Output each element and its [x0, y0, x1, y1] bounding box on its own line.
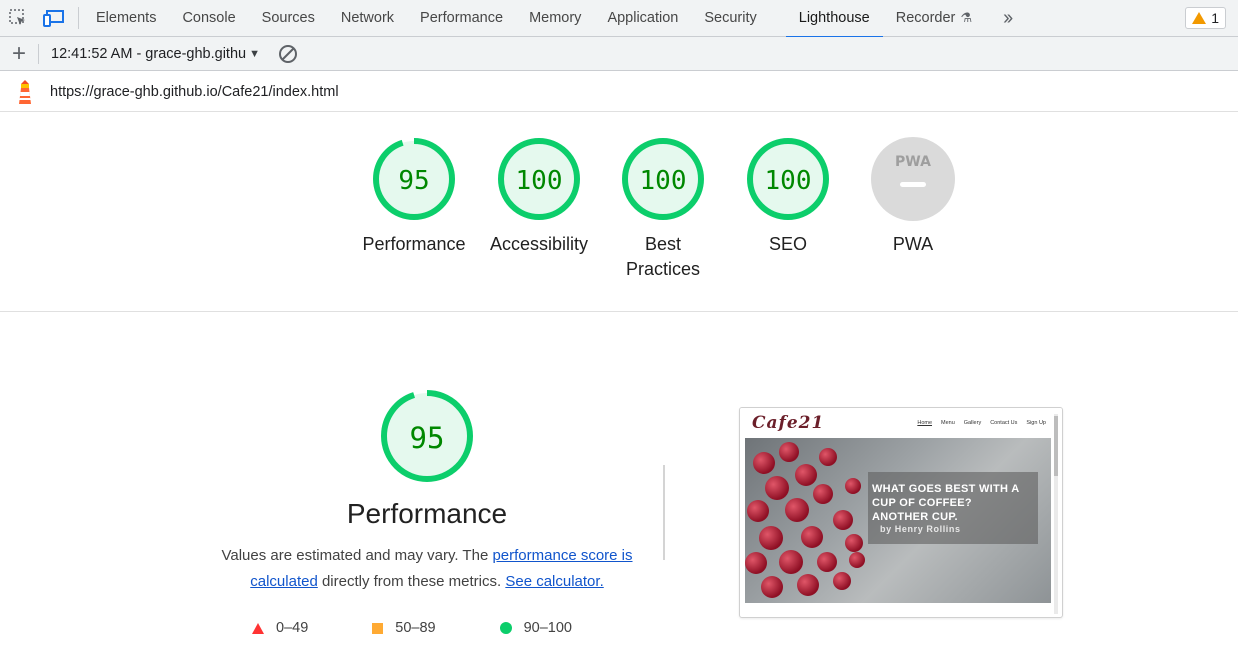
gauge-pwa[interactable]: PWA PWA: [848, 136, 978, 257]
pwa-badge-text: PWA: [895, 154, 931, 170]
clear-all-icon[interactable]: [278, 44, 298, 64]
thumb-nav-signup: Sign Up: [1026, 420, 1046, 426]
pwa-badge-icon: PWA: [871, 137, 955, 221]
legend-pass: 90–100: [499, 620, 572, 636]
caret-down-icon: ▼: [249, 47, 260, 60]
gauge-label: Best Practices: [625, 234, 701, 279]
tab-recorder-label: Recorder: [895, 10, 956, 26]
thumbnail-nav-links: Home Menu Gallery Contact Us Sign Up: [917, 420, 1046, 426]
warning-count: 1: [1211, 10, 1219, 26]
gauge-performance[interactable]: 95 Performance: [349, 136, 479, 257]
tab-console[interactable]: Console: [169, 0, 248, 37]
thumbnail-scrollbar: [1054, 414, 1058, 614]
thumb-nav-contact: Contact Us: [990, 420, 1018, 426]
legend-average-label: 50–89: [395, 620, 436, 636]
gauge-label: Performance: [362, 234, 466, 254]
gauge-label: Accessibility: [489, 234, 589, 254]
performance-gauge: 95: [381, 390, 473, 482]
thumb-nav-menu: Menu: [941, 420, 955, 426]
tab-lighthouse[interactable]: Lighthouse: [785, 0, 883, 38]
thumb-nav-home: Home: [917, 420, 933, 426]
tab-memory[interactable]: Memory: [516, 0, 594, 37]
gauge-accessibility[interactable]: 100 Accessibility: [474, 136, 604, 257]
thumbnail-hero-image: WHAT GOES BEST WITH A CUP OF COFFEE? ANO…: [745, 438, 1051, 603]
hero-byline: by Henry Rollins: [880, 524, 961, 534]
tab-performance[interactable]: Performance: [407, 0, 516, 37]
final-screenshot-thumbnail[interactable]: Cafe21 Home Menu Gallery Contact Us Sign…: [739, 407, 1063, 618]
gauge-label: SEO: [768, 234, 807, 254]
section-divider: [0, 311, 1238, 312]
tab-sources[interactable]: Sources: [249, 0, 328, 37]
pass-circle-icon: [499, 622, 512, 634]
device-toolbar-icon[interactable]: [36, 0, 72, 36]
devtools-tab-bar: Elements Console Sources Network Perform…: [0, 0, 1238, 38]
new-report-icon[interactable]: +: [0, 40, 38, 68]
gauge-seo[interactable]: 100 SEO: [723, 136, 853, 257]
legend-pass-label: 90–100: [523, 620, 572, 636]
thumb-nav-gallery: Gallery: [963, 420, 982, 426]
tab-network[interactable]: Network: [328, 0, 407, 37]
tab-security[interactable]: Security: [691, 0, 769, 37]
toolbar-divider: [38, 43, 39, 64]
hero-line-2: CUP OF COFFEE?: [872, 497, 972, 509]
tab-recorder[interactable]: Recorder ⚗: [883, 0, 985, 37]
legend-fail: 0–49: [252, 620, 308, 636]
lighthouse-toolbar: + 12:41:52 AM - grace-ghb.githu ▼: [0, 37, 1238, 71]
hero-heading: WHAT GOES BEST WITH A CUP OF COFFEE? ANO…: [872, 482, 1042, 524]
performance-score: 95: [410, 421, 445, 455]
toolbar-divider: [78, 7, 79, 29]
report-url-row: https://grace-ghb.github.io/Cafe21/index…: [0, 72, 1238, 112]
gauge-ring: 100: [747, 138, 829, 220]
gauge-label: PWA: [892, 234, 934, 254]
more-tabs-icon[interactable]: ››: [1003, 7, 1013, 30]
thumbnail-logo: Cafe21: [752, 413, 825, 433]
gauge-score: 95: [398, 166, 429, 196]
inspect-element-icon[interactable]: [0, 0, 36, 36]
gauge-ring: 100: [622, 138, 704, 220]
see-calculator-link[interactable]: See calculator.: [505, 573, 603, 590]
average-square-icon: [372, 622, 384, 634]
hero-line-3: ANOTHER CUP.: [872, 511, 958, 523]
gauge-ring: 100: [498, 138, 580, 220]
fail-triangle-icon: [252, 622, 264, 634]
hero-line-1: WHAT GOES BEST WITH A: [872, 483, 1020, 495]
performance-title: Performance: [346, 498, 508, 529]
report-selector[interactable]: 12:41:52 AM - grace-ghb.githu ▼: [51, 46, 260, 62]
score-legend: 0–49 50–89 90–100: [252, 620, 636, 636]
legend-fail-label: 0–49: [276, 620, 309, 636]
gauge-best-practices[interactable]: 100 Best Practices: [598, 136, 728, 282]
performance-section: 95 Performance Values are estimated and …: [200, 388, 654, 595]
tab-application[interactable]: Application: [594, 0, 691, 37]
gauge-score: 100: [765, 166, 812, 196]
tab-elements[interactable]: Elements: [83, 0, 169, 37]
gauge-ring: 95: [373, 138, 455, 220]
gauge-score: 100: [640, 166, 687, 196]
lighthouse-logo-icon: [0, 79, 50, 105]
thumbnail-navbar: Cafe21 Home Menu Gallery Contact Us Sign…: [740, 408, 1062, 438]
report-url[interactable]: https://grace-ghb.github.io/Cafe21/index…: [50, 84, 339, 100]
warning-icon: [1192, 12, 1207, 24]
report-selector-label: 12:41:52 AM - grace-ghb.githu: [51, 45, 247, 62]
vertical-divider: [663, 465, 665, 560]
legend-average: 50–89: [372, 620, 436, 636]
warnings-badge[interactable]: 1: [1185, 7, 1226, 29]
desc-middle: directly from these metrics.: [317, 573, 506, 590]
flask-icon: ⚗: [960, 10, 973, 25]
gauge-score: 100: [516, 166, 563, 196]
performance-description: Values are estimated and may vary. The p…: [200, 543, 654, 595]
desc-prefix: Values are estimated and may vary. The: [221, 547, 493, 564]
